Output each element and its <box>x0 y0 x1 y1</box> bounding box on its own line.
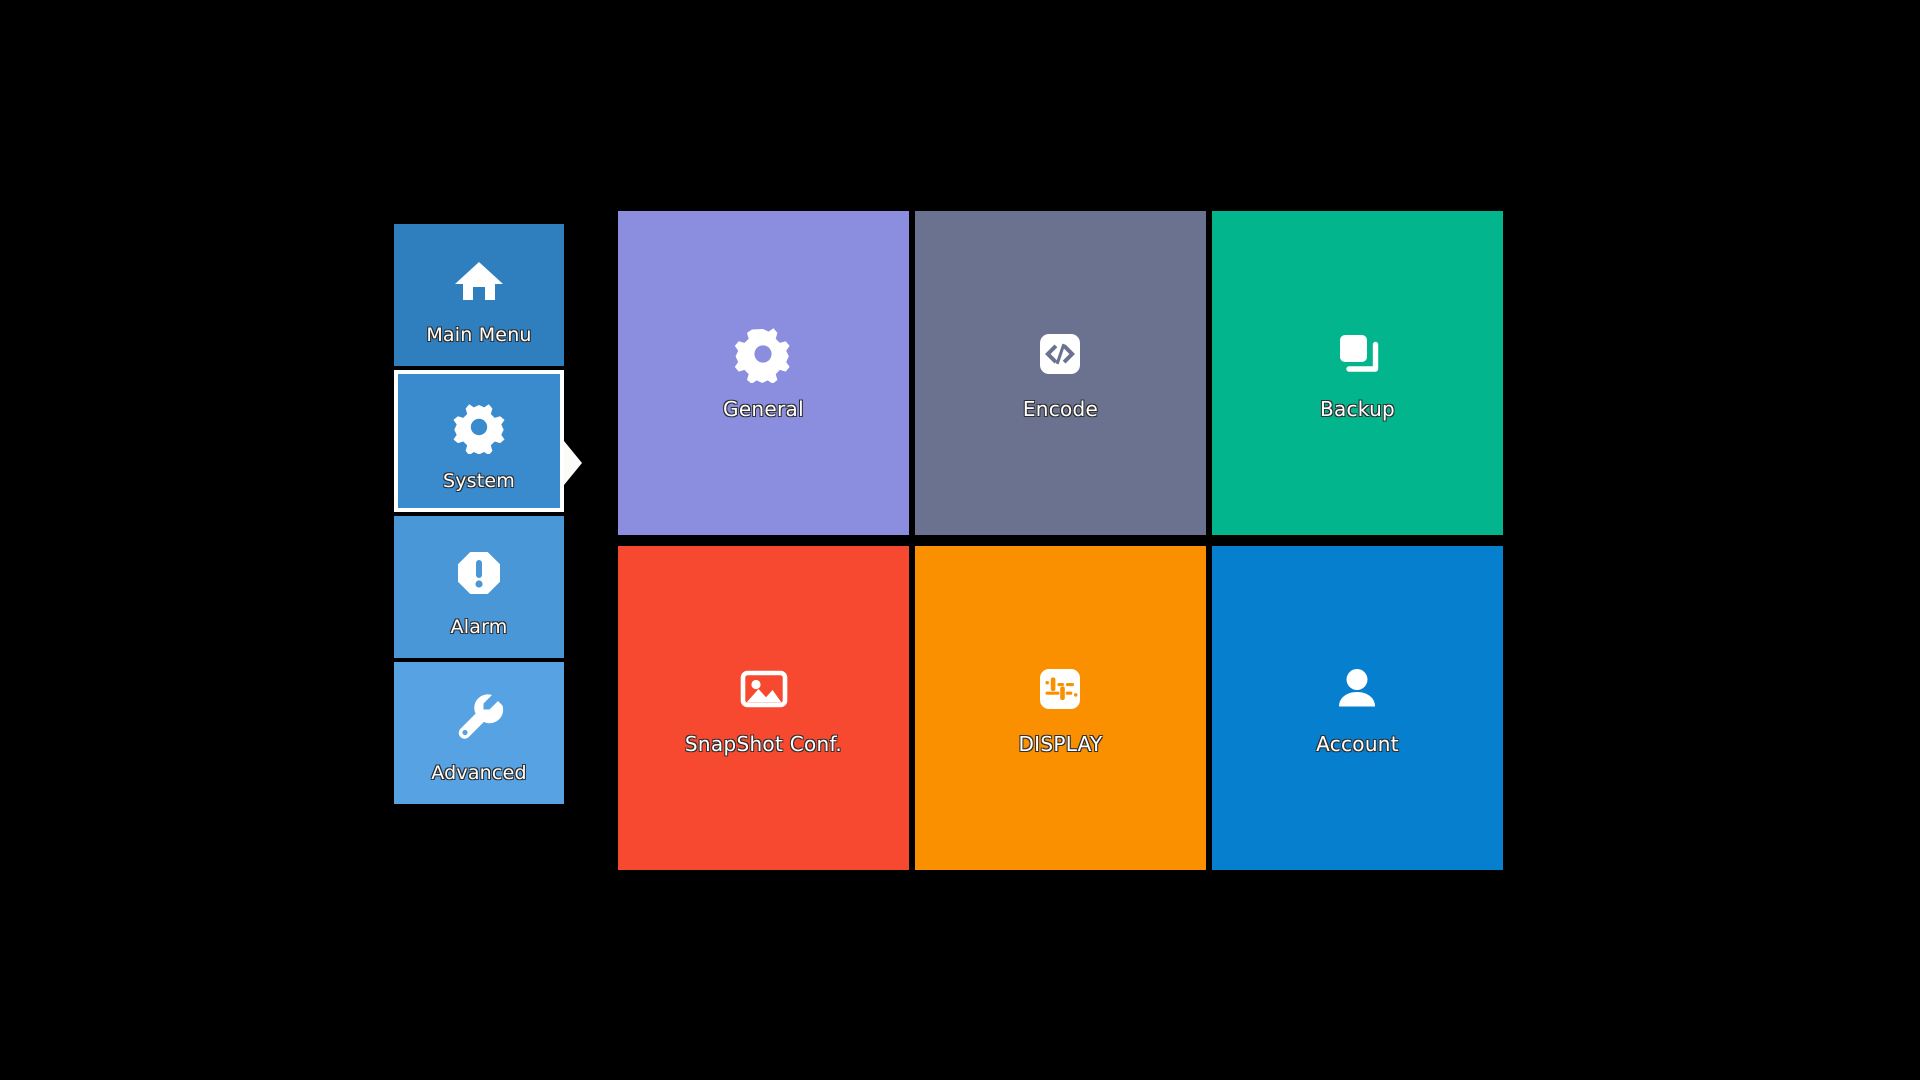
sidebar-item-label: System <box>442 470 516 492</box>
copy-layers-icon <box>1329 325 1387 383</box>
sidebar-item-label: Main Menu <box>426 324 532 346</box>
sidebar: Main Menu System Alarm Advanced <box>394 224 564 870</box>
tile-content: Backup <box>1320 325 1395 421</box>
user-icon <box>1328 660 1386 718</box>
image-icon <box>735 660 793 718</box>
settings-tile-grid: General Encode Backup SnapShot Conf. DIS… <box>618 211 1503 870</box>
sliders-icon <box>1031 660 1089 718</box>
wrench-icon <box>452 692 506 746</box>
tile-backup[interactable]: Backup <box>1212 211 1503 535</box>
sidebar-item-system[interactable]: System <box>394 370 564 512</box>
tile-content: DISPLAY <box>1018 660 1102 756</box>
code-icon <box>1031 325 1089 383</box>
tile-general[interactable]: General <box>618 211 909 535</box>
tile-content: General <box>723 325 804 421</box>
gear-icon <box>734 325 792 384</box>
tile-content: SnapShot Conf. <box>685 660 842 756</box>
tile-content: Encode <box>1023 325 1098 421</box>
gear-icon <box>452 400 506 456</box>
tile-label: Encode <box>1022 397 1099 421</box>
app-screen: Main Menu System Alarm Advanced General … <box>0 0 1920 1080</box>
sidebar-item-advanced[interactable]: Advanced <box>394 662 564 804</box>
tile-account[interactable]: Account <box>1212 546 1503 870</box>
sidebar-item-label: Alarm <box>450 616 508 638</box>
tile-encode[interactable]: Encode <box>915 211 1206 535</box>
alert-octagon-icon <box>452 546 506 600</box>
sidebar-item-label: Advanced <box>431 762 527 784</box>
triangle-right-icon <box>564 441 582 485</box>
tile-label: Backup <box>1319 397 1396 421</box>
home-icon <box>452 254 506 308</box>
tile-snapshot-conf[interactable]: SnapShot Conf. <box>618 546 909 870</box>
tile-content: Account <box>1316 660 1399 756</box>
tile-label: SnapShot Conf. <box>684 732 843 756</box>
sidebar-item-main-menu[interactable]: Main Menu <box>394 224 564 366</box>
tile-label: DISPLAY <box>1018 732 1103 756</box>
tile-display[interactable]: DISPLAY <box>915 546 1206 870</box>
tile-label: General <box>723 397 804 421</box>
sidebar-item-alarm[interactable]: Alarm <box>394 516 564 658</box>
tile-label: Account <box>1316 732 1399 756</box>
